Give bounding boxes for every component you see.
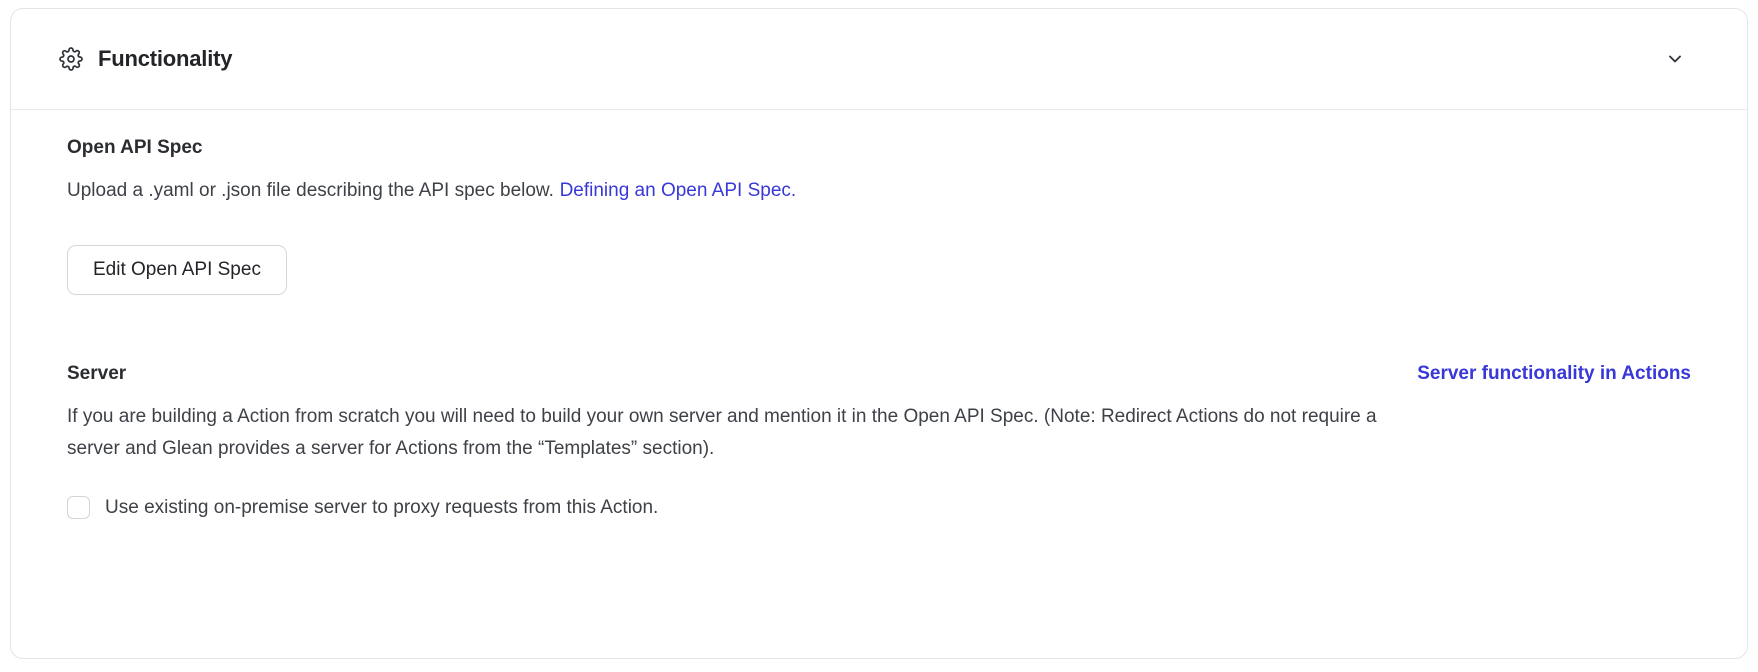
panel-body: Open API Spec Upload a .yaml or .json fi…	[11, 110, 1747, 519]
panel-title: Functionality	[98, 46, 232, 72]
panel-header-left: Functionality	[59, 46, 232, 72]
proxy-checkbox[interactable]	[67, 496, 90, 519]
server-label: Server	[67, 363, 126, 385]
proxy-checkbox-row[interactable]: Use existing on-premise server to proxy …	[67, 496, 1691, 519]
server-section: Server Server functionality in Actions I…	[67, 363, 1691, 519]
server-functionality-link[interactable]: Server functionality in Actions	[1417, 363, 1691, 385]
open-api-spec-description-text: Upload a .yaml or .json file describing …	[67, 180, 554, 201]
chevron-down-icon[interactable]	[1661, 45, 1689, 73]
panel-header[interactable]: Functionality	[11, 9, 1747, 110]
open-api-spec-label: Open API Spec	[67, 137, 1691, 159]
functionality-panel: Functionality Open API Spec Upload a .ya…	[10, 8, 1748, 659]
edit-open-api-spec-button[interactable]: Edit Open API Spec	[67, 245, 287, 295]
open-api-spec-section: Open API Spec Upload a .yaml or .json fi…	[67, 137, 1691, 295]
defining-open-api-spec-link[interactable]: Defining an Open API Spec.	[560, 180, 797, 201]
proxy-checkbox-label: Use existing on-premise server to proxy …	[105, 497, 658, 519]
gear-icon	[59, 47, 83, 71]
open-api-spec-description: Upload a .yaml or .json file describing …	[67, 178, 1691, 204]
server-description: If you are building a Action from scratc…	[67, 401, 1691, 465]
page: Functionality Open API Spec Upload a .ya…	[0, 0, 1758, 672]
server-header-row: Server Server functionality in Actions	[67, 363, 1691, 385]
